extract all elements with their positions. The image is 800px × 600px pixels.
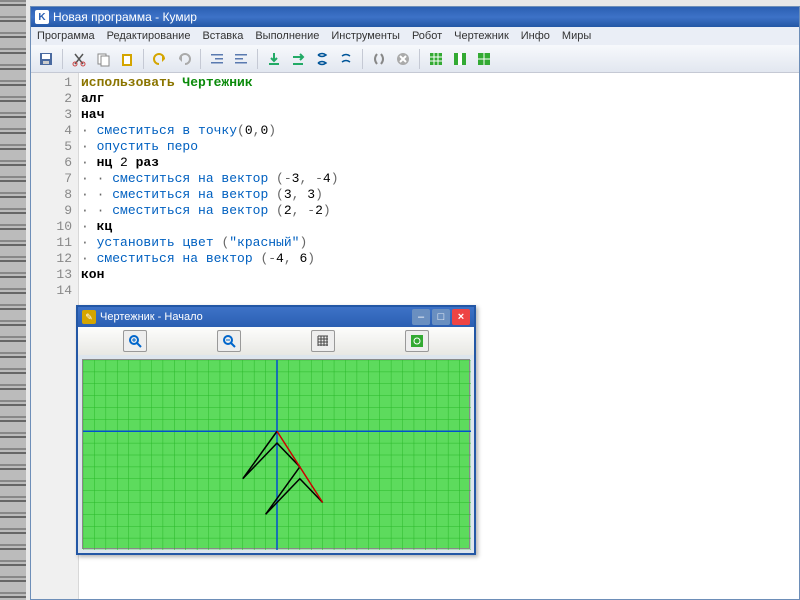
run-button[interactable] xyxy=(311,48,333,70)
line-numbers: 1234567891011121314 xyxy=(31,73,79,599)
undo-button[interactable] xyxy=(149,48,171,70)
zoom-in-button[interactable] xyxy=(123,330,147,352)
menu-drawer[interactable]: Чертежник xyxy=(454,30,509,42)
menu-run[interactable]: Выполнение xyxy=(255,30,319,42)
cut-button[interactable] xyxy=(68,48,90,70)
drawer-toolbar xyxy=(78,327,474,355)
toolbar xyxy=(31,45,799,73)
toggle-grid-button[interactable] xyxy=(311,330,335,352)
menu-edit[interactable]: Редактирование xyxy=(107,30,191,42)
menu-tools[interactable]: Инструменты xyxy=(331,30,400,42)
minimize-button[interactable]: – xyxy=(412,309,430,325)
run-fast-button[interactable] xyxy=(335,48,357,70)
drawer-titlebar[interactable]: ✎ Чертежник - Начало – □ × xyxy=(78,307,474,327)
window-title: Новая программа - Кумир xyxy=(53,10,197,24)
pause-button[interactable] xyxy=(368,48,390,70)
menu-program[interactable]: Программа xyxy=(37,30,95,42)
menu-robot[interactable]: Робот xyxy=(412,30,442,42)
notebook-spiral xyxy=(0,0,26,600)
grid3-button[interactable] xyxy=(473,48,495,70)
copy-button[interactable] xyxy=(92,48,114,70)
menubar: Программа Редактирование Вставка Выполне… xyxy=(31,27,799,45)
redo-button[interactable] xyxy=(173,48,195,70)
outdent-button[interactable] xyxy=(230,48,252,70)
titlebar[interactable]: K Новая программа - Кумир xyxy=(31,7,799,27)
save-button[interactable] xyxy=(35,48,57,70)
step-into-button[interactable] xyxy=(263,48,285,70)
zoom-out-button[interactable] xyxy=(217,330,241,352)
paste-button[interactable] xyxy=(116,48,138,70)
fit-button[interactable] xyxy=(405,330,429,352)
stop-button[interactable] xyxy=(392,48,414,70)
indent-button[interactable] xyxy=(206,48,228,70)
step-over-button[interactable] xyxy=(287,48,309,70)
drawer-canvas[interactable] xyxy=(82,359,470,549)
maximize-button[interactable]: □ xyxy=(432,309,450,325)
menu-info[interactable]: Инфо xyxy=(521,30,550,42)
drawer-title-text: Чертежник - Начало xyxy=(100,311,203,323)
drawer-window[interactable]: ✎ Чертежник - Начало – □ × xyxy=(76,305,476,555)
grid2-button[interactable] xyxy=(449,48,471,70)
app-icon: K xyxy=(35,10,49,24)
grid1-button[interactable] xyxy=(425,48,447,70)
close-button[interactable]: × xyxy=(452,309,470,325)
menu-worlds[interactable]: Миры xyxy=(562,30,591,42)
drawer-icon: ✎ xyxy=(82,310,96,324)
plot xyxy=(83,360,471,550)
menu-insert[interactable]: Вставка xyxy=(202,30,243,42)
